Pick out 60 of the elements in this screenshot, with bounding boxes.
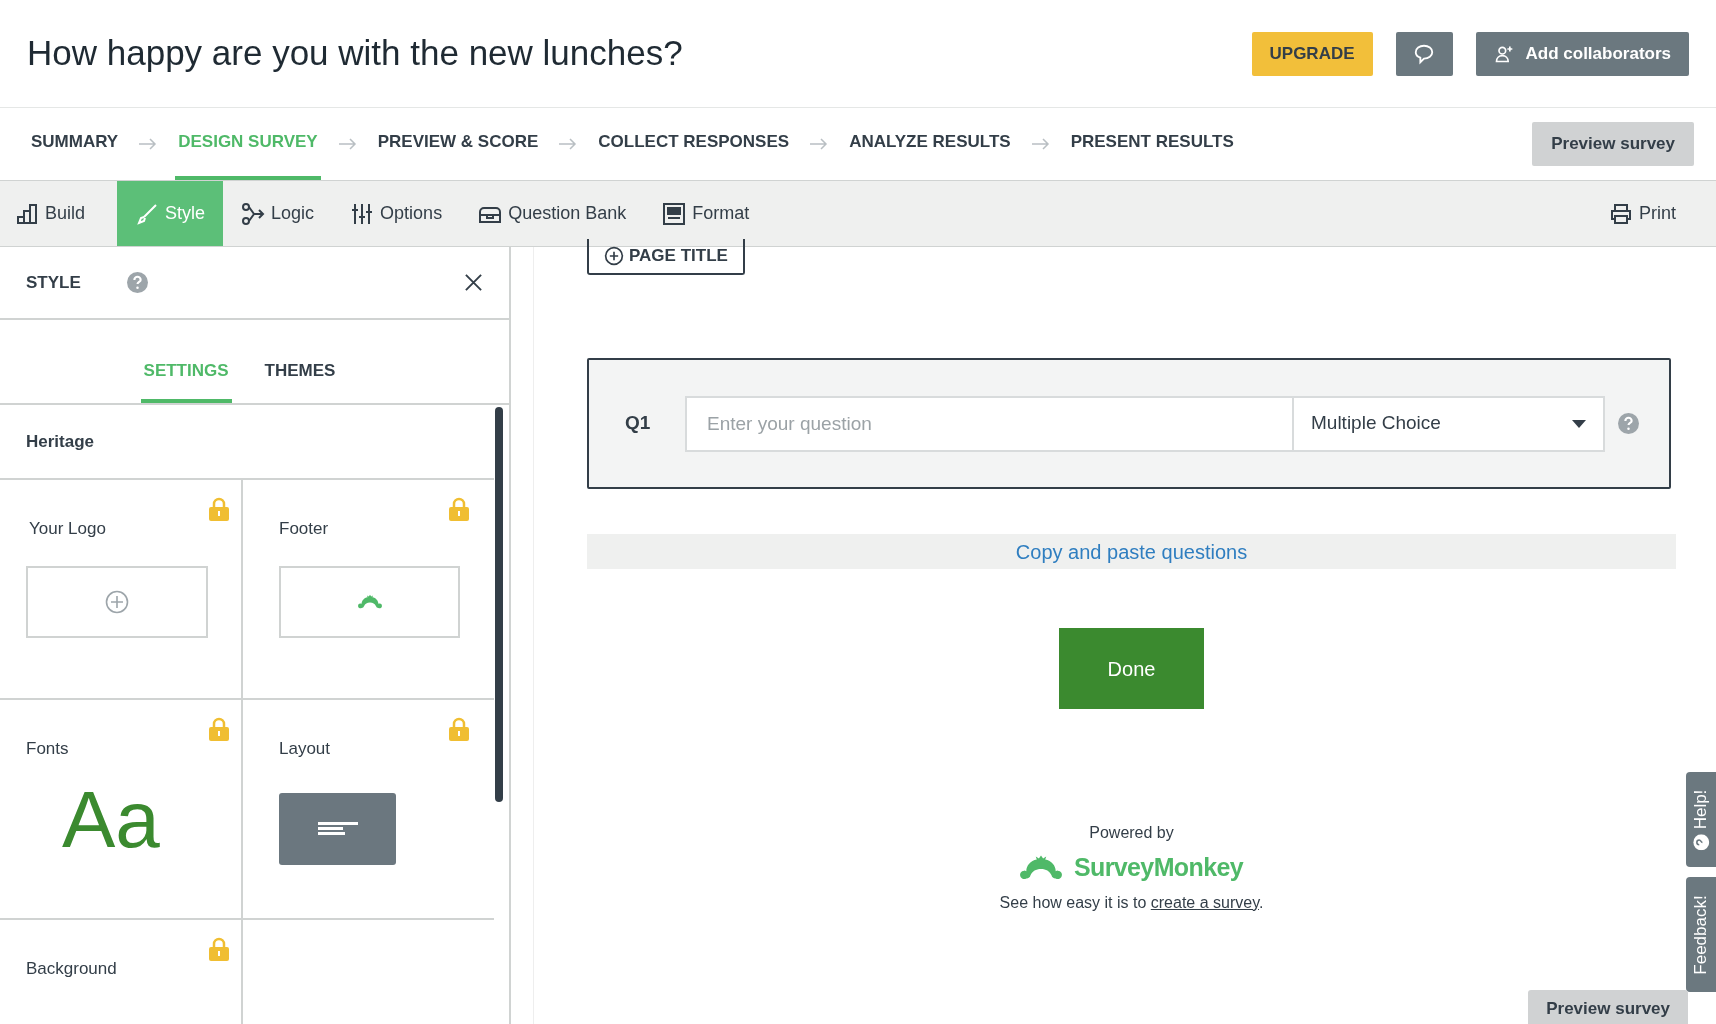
scrollbar-thumb[interactable]	[495, 407, 503, 802]
toolbar-tab[interactable]: Logic	[223, 181, 333, 246]
arrow-right-icon	[139, 138, 158, 150]
panel-title: STYLE	[26, 271, 82, 294]
sliders-icon	[350, 201, 375, 226]
footer-preview-box[interactable]	[279, 565, 460, 638]
setting-label: Your Logo	[28, 518, 107, 540]
paintbrush-icon	[135, 201, 160, 226]
printer-icon	[1609, 201, 1633, 226]
toolbar-tab[interactable]: Options	[332, 181, 461, 246]
step-tab[interactable]: PRESENT RESULTS	[1067, 108, 1237, 180]
font-sample[interactable]: Aa	[62, 779, 211, 860]
help-icon[interactable]	[1618, 413, 1639, 434]
text-lines-icon	[317, 821, 358, 836]
monkey-logo-icon	[357, 593, 382, 610]
comment-button[interactable]	[1395, 31, 1453, 76]
bar-chart-icon	[15, 201, 39, 226]
print-button[interactable]: Print	[1609, 181, 1716, 246]
setting-label: Background	[26, 958, 118, 980]
layout-grid-icon	[662, 201, 687, 226]
step-tab[interactable]: COLLECT RESPONSES	[595, 108, 793, 180]
question-input[interactable]: Enter your question	[685, 395, 1294, 452]
theme-name: Heritage	[26, 430, 95, 453]
question-type-dropdown[interactable]: Multiple Choice	[1294, 395, 1605, 452]
create-survey-link[interactable]: create a survey	[1150, 893, 1259, 911]
toolbar-tab[interactable]: Build	[0, 181, 118, 246]
question-number: Q1	[625, 411, 652, 436]
add-collaborators-button[interactable]: Add collaborators	[1475, 31, 1689, 76]
add-icon	[604, 246, 624, 266]
help-icon[interactable]	[127, 272, 148, 293]
done-button[interactable]: Done	[1059, 628, 1204, 709]
speech-bubble-icon	[1413, 42, 1436, 65]
survey-title: How happy are you with the new lunches?	[27, 32, 684, 75]
caret-icon	[1572, 419, 1586, 428]
layout-preview[interactable]	[279, 792, 396, 865]
help-icon	[1693, 833, 1709, 850]
setting-label: Layout	[279, 738, 332, 760]
arrow-right-icon	[1031, 138, 1050, 150]
step-tab[interactable]: ANALYZE RESULTS	[846, 108, 1014, 180]
arrow-right-icon	[810, 138, 829, 150]
arrow-right-icon	[559, 138, 578, 150]
footer-sentence: See how easy it is to create a survey.	[999, 892, 1264, 913]
setting-label: Fonts	[26, 738, 70, 760]
step-tab[interactable]: PREVIEW & SCORE	[374, 108, 542, 180]
step-tab[interactable]: SUMMARY	[28, 108, 122, 180]
panel-tab[interactable]: THEMES	[261, 320, 339, 403]
preview-survey-button[interactable]: Preview survey	[1532, 122, 1694, 166]
side-tab[interactable]: Feedback!	[1686, 877, 1716, 992]
arrow-right-icon	[338, 138, 357, 150]
copy-paste-link[interactable]: Copy and paste questions	[587, 534, 1676, 569]
close-icon[interactable]	[464, 273, 483, 292]
preview-survey-button[interactable]: Preview survey	[1528, 990, 1688, 1024]
upgrade-button[interactable]: UPGRADE	[1251, 31, 1373, 76]
branch-icon	[241, 201, 266, 226]
setting-label: Footer	[279, 518, 330, 540]
logo-upload-box[interactable]	[26, 565, 208, 638]
powered-by-text: Powered by	[1089, 823, 1174, 843]
add-icon	[105, 589, 129, 614]
page-title-button[interactable]: PAGE TITLE	[587, 239, 745, 275]
side-tab[interactable]: Help!	[1686, 772, 1716, 867]
